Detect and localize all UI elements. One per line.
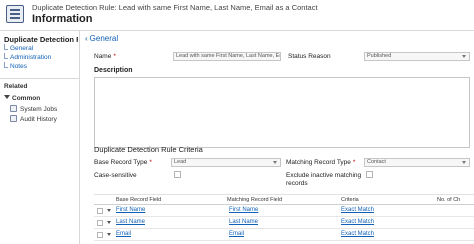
nav-link-administration[interactable]: Administration (4, 53, 51, 61)
criteria-link[interactable]: Exact Match (341, 219, 374, 225)
matching-field-link[interactable]: Last Name (229, 219, 258, 225)
row-expand-icon[interactable] (107, 233, 111, 236)
row-select-checkbox[interactable] (97, 232, 103, 238)
description-label: Description (94, 67, 133, 74)
matching-record-type-label: Matching Record Type * (286, 159, 356, 166)
nav-link-general[interactable]: General (4, 44, 33, 52)
grid-header: Base Record Field Matching Record Field … (94, 194, 474, 205)
table-row[interactable]: Email Email Exact Match (94, 229, 474, 241)
common-item-label: Audit History (20, 116, 57, 123)
exclude-inactive-checkbox[interactable] (366, 171, 373, 178)
table-row[interactable]: Last Name Last Name Exact Match (94, 217, 474, 229)
header: Duplicate Detection Rule: Lead with same… (0, 0, 474, 31)
criteria-link[interactable]: Exact Match (341, 231, 374, 237)
row-expand-icon[interactable] (107, 221, 111, 224)
audit-history-icon (10, 115, 17, 122)
matching-field-link[interactable]: First Name (229, 207, 258, 213)
matching-field-link[interactable]: Email (229, 231, 244, 237)
base-record-type-label: Base Record Type * (94, 159, 152, 166)
matching-record-type-select[interactable]: Contact (364, 158, 470, 167)
required-asterisk: * (113, 53, 116, 60)
row-expand-icon[interactable] (107, 209, 111, 212)
common-item-label: System Jobs (20, 106, 58, 113)
case-sensitive-label: Case-sensitive (94, 172, 137, 179)
base-field-link[interactable]: First Name (116, 207, 145, 213)
breadcrumb: Duplicate Detection Rule: Lead with same… (32, 3, 318, 12)
column-header-matching-field[interactable]: Matching Record Field (227, 197, 282, 203)
column-header-criteria[interactable]: Criteria (341, 197, 359, 203)
base-field-link[interactable]: Email (116, 231, 131, 237)
nav-divider (0, 78, 80, 79)
page-title: Information (32, 13, 93, 25)
table-row[interactable]: First Name First Name Exact Match (94, 205, 474, 217)
base-record-type-select[interactable]: Lead (171, 158, 281, 167)
page: Duplicate Detection Rule: Lead with same… (0, 0, 474, 244)
exclude-inactive-label-line2: records (286, 180, 308, 187)
case-sensitive-checkbox[interactable] (174, 171, 181, 178)
required-asterisk: * (149, 159, 152, 166)
status-reason-select[interactable]: Published (364, 52, 470, 61)
name-label: Name * (94, 53, 116, 60)
criteria-link[interactable]: Exact Match (341, 207, 374, 213)
column-header-base-field[interactable]: Base Record Field (116, 197, 161, 203)
entity-title: Duplicate Detection Rule :... (4, 35, 78, 44)
required-asterisk: * (352, 159, 356, 166)
exclude-inactive-label-line1: Exclude inactive matching (286, 172, 362, 179)
column-header-no-of-characters[interactable]: No. of Ch (437, 197, 460, 203)
entity-icon (6, 5, 24, 23)
common-group-toggle[interactable]: Common (4, 95, 40, 102)
criteria-section-title: Duplicate Detection Rule Criteria (94, 145, 203, 154)
row-select-checkbox[interactable] (97, 208, 103, 214)
related-heading: Related (4, 83, 28, 90)
common-item-system-jobs[interactable]: System Jobs (10, 105, 57, 113)
base-field-link[interactable]: Last Name (116, 219, 145, 225)
left-navigation: Duplicate Detection Rule :... General Ad… (0, 31, 80, 244)
collapse-triangle-icon (4, 95, 10, 99)
general-section-toggle[interactable]: General (85, 34, 118, 43)
common-group-label: Common (12, 95, 41, 102)
row-select-checkbox[interactable] (97, 220, 103, 226)
main-form: General Name* Lead with same First Name,… (81, 31, 474, 244)
nav-link-notes[interactable]: Notes (4, 62, 27, 70)
system-jobs-icon (10, 105, 17, 112)
common-item-audit-history[interactable]: Audit History (10, 115, 57, 123)
status-reason-label: Status Reason (288, 53, 331, 60)
description-textarea[interactable] (94, 77, 470, 148)
name-field[interactable]: Lead with same First Name, Last Name, Em… (173, 52, 281, 61)
